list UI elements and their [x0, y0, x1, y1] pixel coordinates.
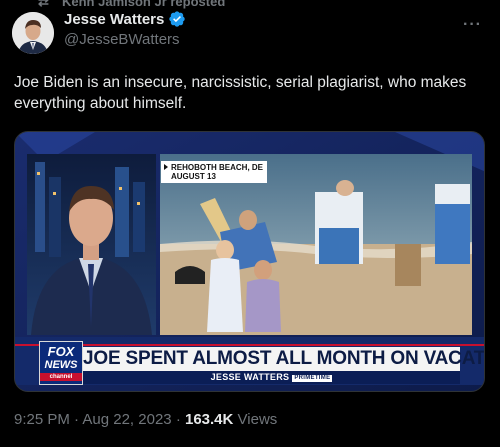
tweet-text: Joe Biden is an insecure, narcissistic, … [14, 74, 467, 112]
logo-line1: FOX [47, 344, 75, 359]
repost-icon: ⇄ [38, 0, 49, 9]
author-name: Jesse Watters [64, 10, 165, 28]
location-tag-line1: REHOBOTH BEACH, DE [171, 163, 264, 172]
tweet-time[interactable]: 9:25 PM [14, 411, 70, 428]
location-tag: REHOBOTH BEACH, DE AUGUST 13 [161, 161, 268, 183]
host-panel [27, 154, 156, 335]
headline-chyron: JOE SPENT ALMOST ALL MONTH ON VACATION [83, 347, 485, 371]
views-label: Views [237, 411, 278, 428]
repost-header[interactable]: ⇄ Kenn Jamison Jr reposted [38, 0, 225, 10]
logo-line3: channel [40, 373, 82, 381]
location-tag-line2: AUGUST 13 [171, 172, 216, 181]
author-handle[interactable]: @JesseBWatters [64, 31, 186, 48]
verified-badge-icon [169, 11, 186, 27]
more-options-icon[interactable]: ··· [463, 16, 482, 34]
show-name-bar: JESSE WATTERS PRIMETIME [83, 371, 460, 384]
tweet-media[interactable]: REHOBOTH BEACH, DE AUGUST 13 FOX NEWS ch… [14, 131, 485, 392]
tweet-date[interactable]: Aug 22, 2023 [82, 411, 171, 428]
play-marker-icon [164, 164, 168, 170]
meta-separator-2: · [175, 411, 181, 428]
tweet-meta: 9:25 PM · Aug 22, 2023 · 163.4K Views [14, 411, 277, 428]
author-block: Jesse Watters @JesseBWatters [64, 10, 186, 48]
meta-separator: · [74, 411, 80, 428]
logo-line2: NEWS [44, 359, 78, 371]
avatar[interactable] [12, 12, 54, 54]
author-name-row[interactable]: Jesse Watters [64, 10, 186, 28]
fox-news-logo: FOX NEWS channel [39, 341, 83, 385]
repost-label: Kenn Jamison Jr reposted [62, 0, 226, 9]
show-suffix: PRIMETIME [292, 375, 333, 382]
show-name: JESSE WATTERS [210, 372, 290, 382]
views-count[interactable]: 163.4K [185, 411, 233, 428]
